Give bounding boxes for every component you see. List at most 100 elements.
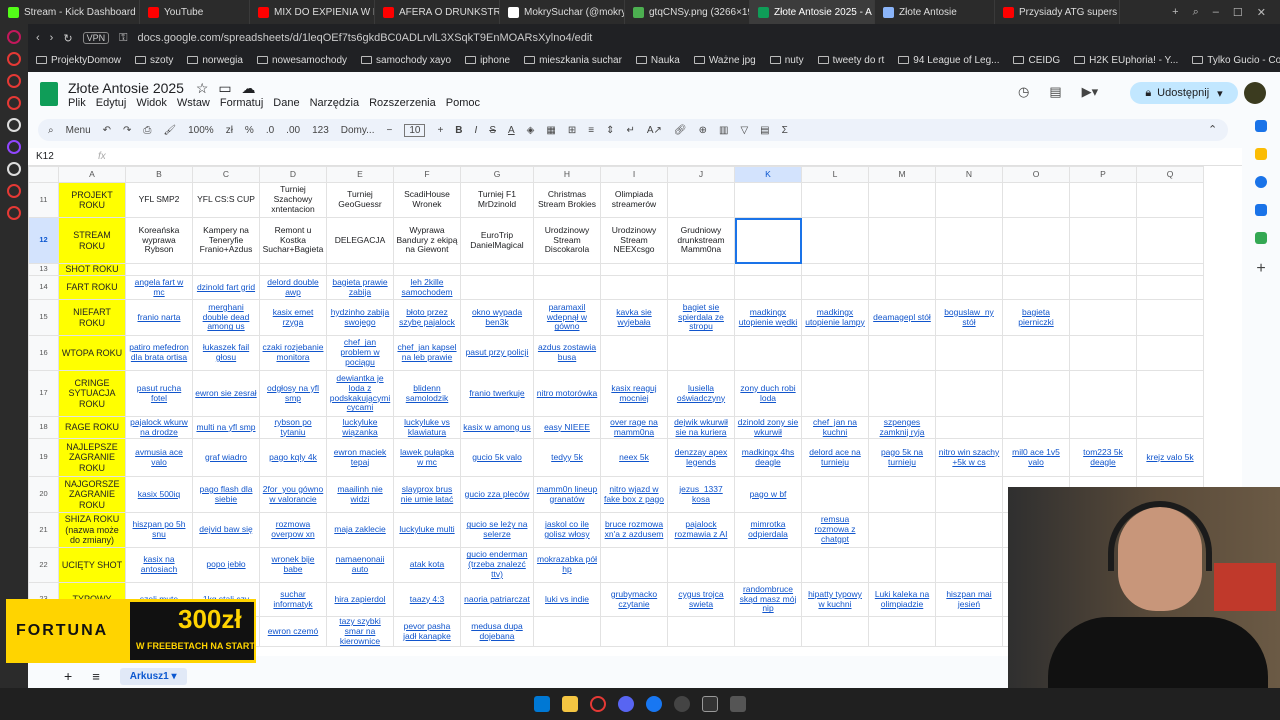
menu-dane[interactable]: Dane <box>273 97 299 109</box>
grid-cell[interactable]: krejz valo 5k <box>1136 438 1204 477</box>
grid-cell[interactable]: nitro win szachy +5k w cs <box>935 438 1003 477</box>
grid-cell[interactable] <box>1069 416 1137 439</box>
grid-cell[interactable] <box>868 512 936 548</box>
number-format-button[interactable]: 123 <box>312 125 329 136</box>
grid-cell[interactable]: ewron sie zesrał <box>192 370 260 417</box>
grid-cell[interactable]: gucio zza pleców <box>460 476 534 513</box>
back-icon[interactable]: ‹ <box>36 32 40 44</box>
category-cell[interactable]: WTOPA ROKU <box>58 335 126 371</box>
column-header[interactable]: J <box>667 166 735 183</box>
font-size-decrease-icon[interactable]: − <box>386 125 392 136</box>
grid-cell[interactable]: easy NIEEE <box>533 416 601 439</box>
grid-cell[interactable]: angela fart w mc <box>125 275 193 300</box>
grid-cell[interactable] <box>1002 416 1070 439</box>
grid-cell[interactable]: denzzay apex legends <box>667 438 735 477</box>
column-header[interactable]: L <box>801 166 869 183</box>
grid-cell[interactable]: patiro mefedron dla brata ortisa <box>125 335 193 371</box>
grid-cell[interactable] <box>868 335 936 371</box>
row-header[interactable]: 21 <box>28 512 59 548</box>
grid-cell[interactable] <box>600 263 668 276</box>
grid-cell[interactable] <box>600 547 668 583</box>
grid-cell[interactable]: Kampery na Teneryfie Franio+Azdus <box>192 217 260 264</box>
grid-cell[interactable]: delord ace na turnieju <box>801 438 869 477</box>
minimize-icon[interactable]: – <box>1213 6 1219 18</box>
column-header[interactable]: A <box>58 166 126 183</box>
menu-widok[interactable]: Widok <box>136 97 167 109</box>
column-header[interactable]: O <box>1002 166 1070 183</box>
grid-cell[interactable]: cygus trojca swieta <box>667 582 735 617</box>
grid-cell[interactable]: graf wiadro <box>192 438 260 477</box>
grid-cell[interactable]: Turniej Szachowy xntentacion <box>259 182 327 218</box>
grid-cell[interactable]: medusa dupa dojebana <box>460 615 534 648</box>
grid-cell[interactable]: tedyy 5k <box>533 438 601 477</box>
grid-cell[interactable]: franio twerkuje <box>460 370 534 417</box>
contacts-icon[interactable] <box>1255 204 1267 216</box>
grid-cell[interactable] <box>1136 335 1204 371</box>
strikethrough-icon[interactable]: S <box>489 125 496 136</box>
grid-cell[interactable] <box>801 615 869 648</box>
grid-cell[interactable] <box>868 476 936 513</box>
grid-cell[interactable]: pajalock wkurw na drodze <box>125 416 193 439</box>
browser-tab[interactable]: Złote Antosie 2025 - A✕ <box>750 0 875 24</box>
grid-cell[interactable]: jezus_1337 kosa <box>667 476 735 513</box>
grid-cell[interactable]: 2for_you gówno w valorancie <box>259 476 327 513</box>
row-header[interactable]: 20 <box>28 476 59 513</box>
chevron-down-icon[interactable]: ▾ <box>1217 87 1223 100</box>
grid-cell[interactable]: pago flash dla siebie <box>192 476 260 513</box>
grid-cell[interactable]: DELEGACJA <box>326 217 394 264</box>
grid-cell[interactable]: pevor pasha jadł kanapke <box>393 615 461 648</box>
grid-cell[interactable]: dewiantka je loda z podskakującymi cycam… <box>326 370 394 417</box>
share-button[interactable]: 🔒︎ Udostępnij ▾ <box>1130 82 1238 104</box>
comments-icon[interactable]: ▤ <box>1049 84 1061 100</box>
grid-cell[interactable]: popo jebło <box>192 547 260 583</box>
grid-cell[interactable] <box>801 263 869 276</box>
increase-decimal-button[interactable]: .00 <box>286 125 300 136</box>
menu-plik[interactable]: Plik <box>68 97 86 109</box>
undo-icon[interactable]: ↶ <box>103 125 111 136</box>
category-cell[interactable]: STREAM ROKU <box>58 217 126 264</box>
borders-icon[interactable]: ▦ <box>546 125 555 136</box>
grid-cell[interactable]: madkingx 4hs deagle <box>734 438 802 477</box>
grid-cell[interactable] <box>667 615 735 648</box>
windows-start-icon[interactable] <box>534 696 550 712</box>
grid-cell[interactable]: hiszpan mai jesień <box>935 582 1003 617</box>
star-icon[interactable]: ☆ <box>196 80 209 96</box>
forward-icon[interactable]: › <box>50 32 54 44</box>
filter-views-icon[interactable]: ▤ <box>760 125 769 136</box>
bookmark-item[interactable]: Nauka <box>635 55 680 66</box>
grid-cell[interactable] <box>868 370 936 417</box>
grid-cell[interactable]: rozmowa overpow xn <box>259 512 327 548</box>
grid-cell[interactable]: pago 5k na turnieju <box>868 438 936 477</box>
grid-cell[interactable] <box>935 512 1003 548</box>
grid-cell[interactable] <box>868 547 936 583</box>
bold-icon[interactable]: B <box>455 125 462 136</box>
grid-cell[interactable] <box>734 615 802 648</box>
functions-icon[interactable]: Σ <box>782 125 788 136</box>
maximize-icon[interactable]: ☐ <box>1233 6 1243 19</box>
grid-cell[interactable]: tom223 5k deagle <box>1069 438 1137 477</box>
grid-cell[interactable] <box>1002 275 1070 300</box>
terminal-icon[interactable] <box>702 696 718 712</box>
sidebar-ai-icon[interactable] <box>7 52 21 66</box>
grid-cell[interactable]: Koreańska wyprawa Rybson <box>125 217 193 264</box>
bookmark-item[interactable]: nowesamochody <box>256 55 347 66</box>
grid-cell[interactable]: luki vs indie <box>533 582 601 617</box>
grid-cell[interactable] <box>460 263 534 276</box>
insert-link-icon[interactable]: 🔗︎ <box>674 125 687 136</box>
account-avatar[interactable] <box>1244 82 1266 104</box>
text-color-icon[interactable]: A <box>508 125 515 136</box>
decrease-decimal-button[interactable]: .0 <box>266 125 274 136</box>
category-cell[interactable]: NAJGORSZE ZAGRANIE ROKU <box>58 476 126 513</box>
grid-cell[interactable]: slayprox brus nie umie latać <box>393 476 461 513</box>
grid-cell[interactable]: nitro motorówka <box>533 370 601 417</box>
name-box[interactable]: K12 <box>28 151 98 162</box>
grid-cell[interactable]: Remont u Kostka Suchar+Bagieta <box>259 217 327 264</box>
menu-search[interactable]: Menu <box>66 125 91 136</box>
bookmark-item[interactable]: ProjektyDomow <box>36 55 121 66</box>
column-header[interactable]: G <box>460 166 534 183</box>
document-title-text[interactable]: Złote Antosie 2025 <box>68 80 184 96</box>
grid-cell[interactable]: pago w bf <box>734 476 802 513</box>
grid-cell[interactable] <box>125 263 193 276</box>
grid-cell[interactable] <box>1002 370 1070 417</box>
insert-comment-icon[interactable]: ⊕ <box>699 125 707 136</box>
